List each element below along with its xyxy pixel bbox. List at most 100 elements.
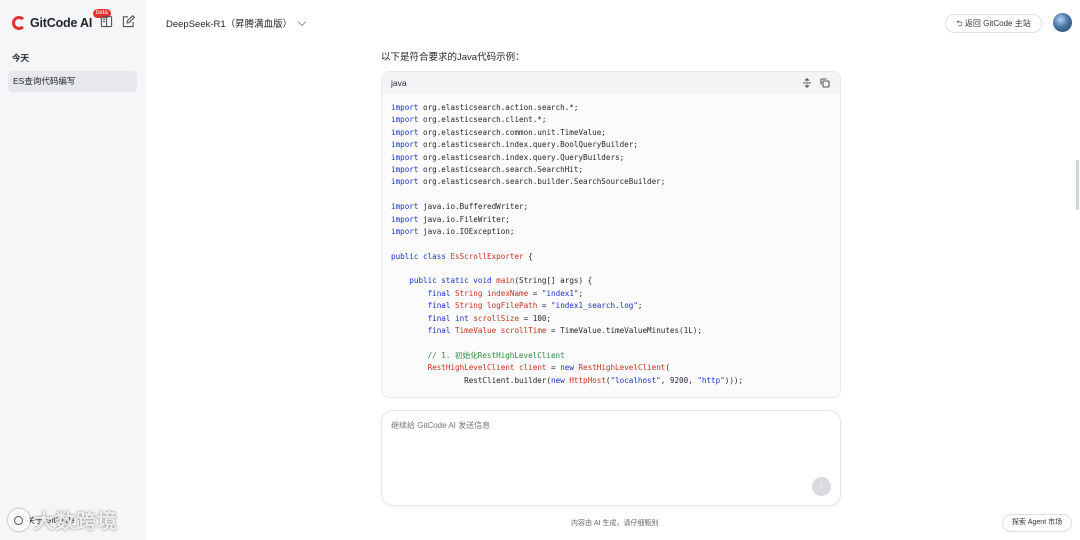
code-token: class bbox=[423, 251, 446, 261]
code-token: ))); bbox=[724, 375, 744, 385]
code-line: import java.io.FileWriter; bbox=[391, 214, 743, 226]
code-token: org.elasticsearch.common.unit.TimeValue; bbox=[418, 127, 606, 137]
code-block: java import org.elasticsearch.action.sea… bbox=[381, 71, 841, 398]
sidebar-toggle-icon[interactable] bbox=[100, 15, 113, 28]
watermark-text: 大数跨境 bbox=[34, 511, 118, 533]
code-token: (String[] args) { bbox=[514, 276, 593, 286]
brand-logo[interactable]: GitCode AI beta bbox=[12, 9, 111, 32]
send-arrow-icon: ↑ bbox=[819, 481, 824, 492]
new-chat-icon[interactable] bbox=[122, 15, 135, 28]
code-token: RestHighLevelClient bbox=[578, 363, 666, 373]
code-token: main bbox=[496, 276, 515, 286]
code-line: import org.elasticsearch.common.unit.Tim… bbox=[391, 127, 743, 139]
code-line: import org.elasticsearch.client.*; bbox=[391, 114, 743, 126]
code-line: final TimeValue scrollTime = TimeValue.t… bbox=[391, 325, 743, 337]
code-token: RestHighLevelClient bbox=[427, 363, 515, 373]
code-token: import bbox=[391, 226, 419, 236]
code-token: scrollSize bbox=[473, 313, 520, 323]
code-token: final bbox=[427, 288, 451, 298]
code-token: org.elasticsearch.client.*; bbox=[418, 115, 547, 125]
code-token: org.elasticsearch.search.SearchHit; bbox=[418, 164, 584, 174]
code-token: java.io.FileWriter; bbox=[418, 214, 510, 224]
code-token: org.elasticsearch.index.query.QueryBuild… bbox=[418, 152, 625, 162]
brand-g-icon bbox=[12, 16, 26, 30]
copy-icon[interactable] bbox=[820, 78, 830, 88]
code-token: org.elasticsearch.action.search.*; bbox=[418, 103, 579, 112]
code-token: public bbox=[391, 251, 419, 261]
code-token: public static void bbox=[409, 276, 492, 286]
code-token: java.io.IOException; bbox=[418, 226, 515, 236]
send-button[interactable]: ↑ bbox=[812, 477, 831, 496]
code-line: import java.io.BufferedWriter; bbox=[391, 201, 743, 213]
code-token: = bbox=[528, 288, 542, 298]
code-token: "index1" bbox=[541, 288, 579, 298]
code-token: "http" bbox=[697, 375, 725, 385]
code-token: = bbox=[546, 363, 561, 373]
sidebar: GitCode AI beta 今天 ES查询代码编写 关于 GitCode 大… bbox=[0, 0, 146, 540]
code-token: new bbox=[551, 375, 565, 385]
code-token: HttpHost bbox=[569, 375, 606, 385]
code-token: ; bbox=[637, 301, 643, 311]
code-content: import org.elasticsearch.action.search.*… bbox=[391, 102, 743, 387]
code-token: java.io.BufferedWriter; bbox=[418, 202, 529, 212]
code-token: = TimeValue.timeValueMinutes(1L); bbox=[546, 326, 702, 336]
code-line: import java.io.IOException; bbox=[391, 226, 743, 238]
chat-history-item[interactable]: ES查询代码编写 bbox=[8, 71, 137, 92]
model-selector[interactable]: DeepSeek-R1（昇腾满血版） bbox=[166, 16, 307, 30]
code-line: import org.elasticsearch.search.builder.… bbox=[391, 176, 743, 188]
return-icon: ⮌ bbox=[956, 19, 963, 28]
code-line: // 1. 初始化RestHighLevelClient bbox=[391, 350, 743, 362]
code-token: "index1_search.log" bbox=[551, 301, 638, 311]
code-token: final bbox=[427, 326, 451, 336]
code-token: = 100; bbox=[519, 313, 552, 323]
code-line: final String indexName = "index1"; bbox=[391, 288, 743, 300]
explore-agent-button[interactable]: 探索 Agent 市场 bbox=[1002, 514, 1072, 532]
back-to-gitcode-button[interactable]: ⮌ 返回 GitCode 主站 bbox=[945, 14, 1042, 33]
code-token: final bbox=[427, 301, 451, 311]
code-line: RestHighLevelClient client = new RestHig… bbox=[391, 362, 743, 374]
model-name: DeepSeek-R1（昇腾满血版） bbox=[166, 19, 293, 30]
code-token: TimeValue bbox=[455, 326, 497, 336]
code-block-header: java bbox=[382, 72, 840, 94]
chevron-down-icon bbox=[297, 17, 307, 26]
code-token: import bbox=[391, 164, 419, 174]
code-token: { bbox=[523, 251, 533, 261]
code-line: public static void main(String[] args) { bbox=[391, 275, 743, 287]
code-token: import bbox=[391, 152, 419, 162]
code-token: import bbox=[391, 140, 419, 150]
code-line: import org.elasticsearch.action.search.*… bbox=[391, 102, 743, 114]
code-token: String bbox=[455, 288, 483, 298]
watermark-logo-icon bbox=[8, 508, 30, 531]
code-token: import bbox=[391, 103, 419, 112]
back-button-label: 返回 GitCode 主站 bbox=[964, 19, 1031, 28]
code-line: public class EsScrollExporter { bbox=[391, 251, 743, 263]
code-token: import bbox=[391, 214, 419, 224]
code-token: , 9200, bbox=[660, 375, 698, 385]
code-line: final int scrollSize = 100; bbox=[391, 313, 743, 325]
code-token: org.elasticsearch.search.builder.SearchS… bbox=[418, 177, 666, 187]
code-token: // 1. 初始化RestHighLevelClient bbox=[427, 350, 565, 360]
code-token: import bbox=[391, 127, 419, 137]
code-line: import org.elasticsearch.index.query.Que… bbox=[391, 152, 743, 164]
avatar[interactable] bbox=[1053, 13, 1072, 32]
code-line: RestClient.builder(new HttpHost("localho… bbox=[391, 375, 743, 387]
code-token: new bbox=[560, 363, 574, 373]
assistant-intro-text: 以下是符合要求的Java代码示例： bbox=[381, 52, 525, 63]
section-title-today: 今天 bbox=[12, 53, 30, 63]
code-token: import bbox=[391, 177, 419, 187]
code-token: final bbox=[427, 313, 451, 323]
code-token: logFilePath bbox=[487, 301, 538, 311]
collapse-icon[interactable] bbox=[802, 78, 812, 88]
chat-input[interactable] bbox=[391, 421, 811, 430]
code-token: import bbox=[391, 202, 419, 212]
code-token: ; bbox=[578, 288, 584, 298]
code-token: client bbox=[519, 363, 547, 373]
page-scrollbar[interactable] bbox=[1076, 160, 1079, 210]
